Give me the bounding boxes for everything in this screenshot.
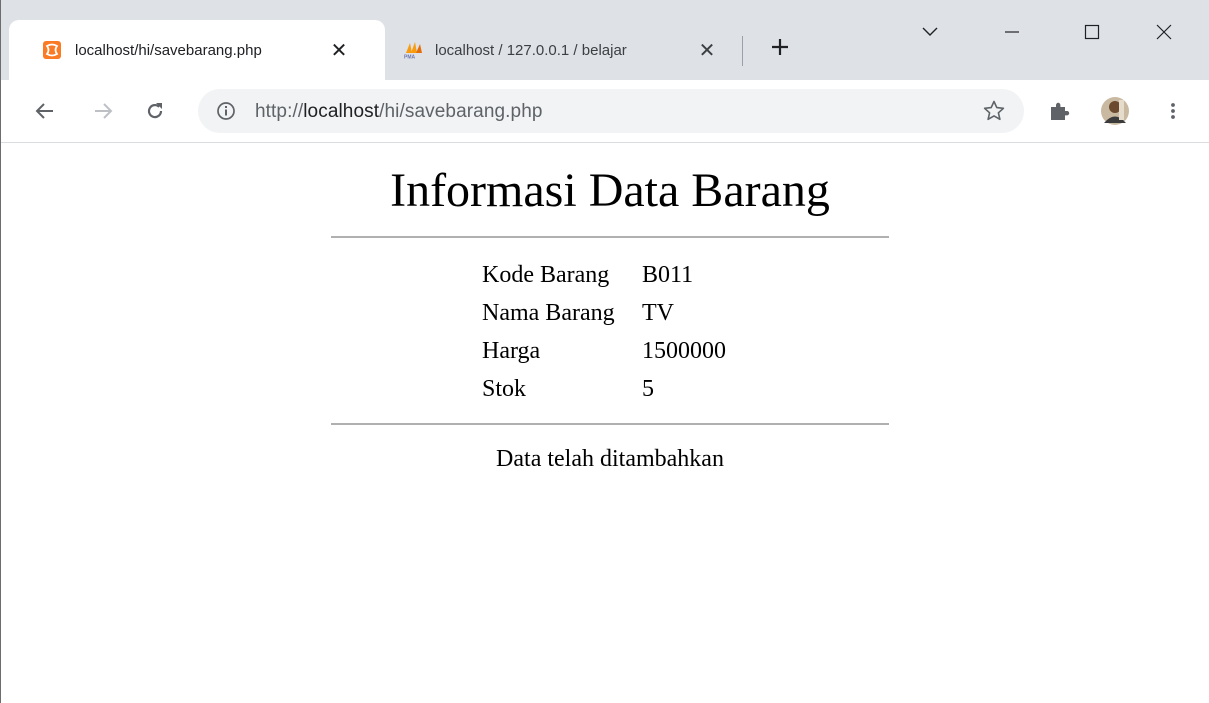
svg-text:PMA: PMA: [404, 55, 416, 60]
new-tab-button[interactable]: [763, 30, 797, 64]
close-window-button[interactable]: [1141, 14, 1187, 50]
puzzle-piece-icon: [1051, 102, 1070, 120]
url-host: localhost: [303, 101, 380, 122]
field-value: B011: [642, 262, 694, 288]
url-path: /hi/savebarang.php: [379, 101, 543, 122]
reload-icon: [147, 103, 163, 119]
address-bar[interactable]: http://localhost/hi/savebarang.php: [198, 89, 1024, 133]
close-icon[interactable]: ✕: [327, 38, 351, 63]
forward-arrow-icon: [95, 103, 113, 119]
tab-search-button[interactable]: [907, 14, 953, 50]
field-label: Harga: [482, 338, 541, 364]
table-row: Harga 1500000: [482, 332, 732, 370]
divider: [331, 423, 889, 425]
bookmark-star-icon[interactable]: [982, 99, 1006, 123]
back-button[interactable]: [27, 93, 63, 129]
browser-toolbar: http://localhost/hi/savebarang.php: [1, 80, 1209, 143]
url-text[interactable]: http://localhost/hi/savebarang.php: [255, 101, 543, 123]
back-arrow-icon: [35, 103, 53, 119]
profile-avatar[interactable]: [1097, 93, 1133, 129]
url-scheme: http://: [255, 101, 304, 122]
divider: [331, 236, 889, 238]
field-value: TV: [642, 300, 674, 326]
field-label: Kode Barang: [482, 262, 610, 288]
page-content: Informasi Data Barang Kode Barang B011 N…: [9, 143, 1209, 703]
minimize-button[interactable]: [989, 14, 1035, 50]
xampp-icon: [43, 41, 61, 59]
close-icon[interactable]: ✕: [695, 38, 719, 63]
tab-strip: localhost/hi/savebarang.php ✕ PMA localh…: [1, 0, 1209, 80]
tab-savebarang[interactable]: localhost/hi/savebarang.php ✕: [9, 20, 385, 80]
phpmyadmin-icon: PMA: [403, 41, 422, 61]
tab-separator: [742, 36, 743, 66]
info-icon[interactable]: [216, 101, 236, 121]
field-label: Stok: [482, 376, 527, 402]
tab-title: localhost / 127.0.0.1 / belajar: [435, 41, 627, 59]
tab-phpmyadmin[interactable]: PMA localhost / 127.0.0.1 / belajar ✕: [393, 20, 733, 80]
table-row: Kode Barang B011: [482, 256, 732, 294]
info-table: Kode Barang B011 Nama Barang TV Harga 15…: [482, 256, 732, 408]
browser-window: localhost/hi/savebarang.php ✕ PMA localh…: [0, 0, 1209, 703]
tab-title: localhost/hi/savebarang.php: [75, 41, 262, 59]
table-row: Stok 5: [482, 370, 732, 408]
extensions-button[interactable]: [1041, 93, 1077, 129]
field-value: 5: [642, 376, 654, 402]
reload-button[interactable]: [137, 93, 173, 129]
maximize-button[interactable]: [1069, 14, 1115, 50]
menu-button[interactable]: [1155, 93, 1191, 129]
table-row: Nama Barang TV: [482, 294, 732, 332]
page-title: Informasi Data Barang: [390, 164, 830, 217]
field-value: 1500000: [642, 338, 726, 364]
field-label: Nama Barang: [482, 300, 615, 326]
more-vert-icon: [1171, 103, 1175, 119]
status-message: Data telah ditambahkan: [496, 446, 724, 472]
forward-button[interactable]: [85, 93, 121, 129]
